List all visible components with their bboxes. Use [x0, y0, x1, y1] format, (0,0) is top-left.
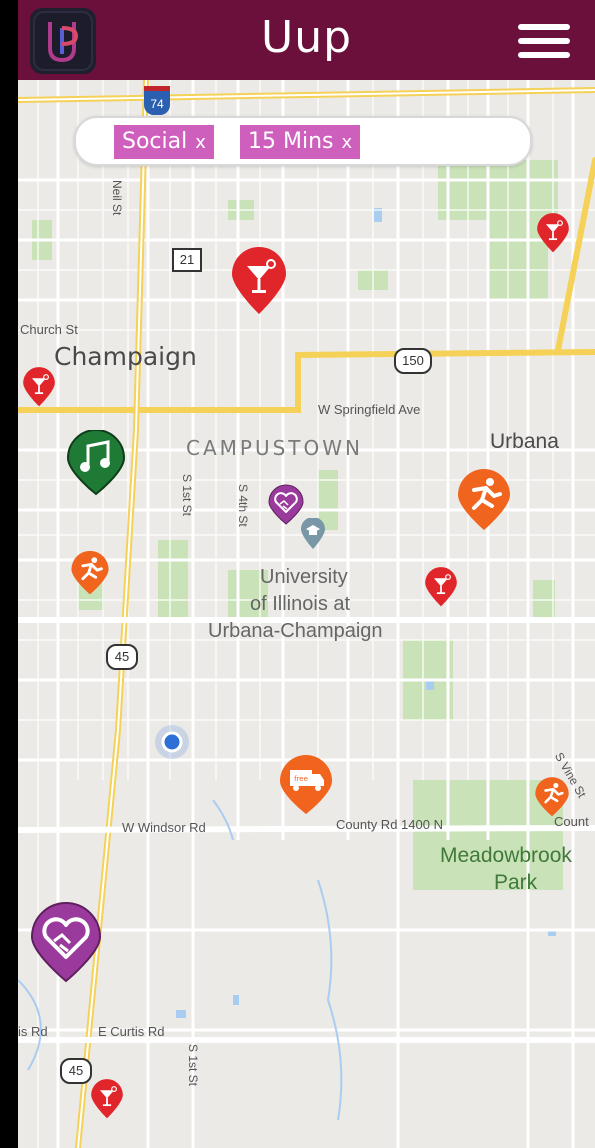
remove-filter-button[interactable]: x: [195, 132, 206, 153]
label-university-2: of Illinois at: [250, 593, 351, 615]
shield-45-top: 45: [106, 644, 138, 670]
shield-150: 150: [394, 348, 432, 374]
menu-icon[interactable]: [518, 24, 570, 58]
food-truck-pin-icon[interactable]: free: [278, 754, 334, 816]
label-curtis: E Curtis Rd: [98, 1024, 165, 1039]
social-pin-icon[interactable]: [268, 484, 304, 526]
drinks-pin-icon[interactable]: [22, 366, 56, 408]
filter-bar[interactable]: Social x 15 Mins x: [74, 116, 532, 166]
label-urbana: Urbana: [490, 430, 559, 453]
remove-filter-button[interactable]: x: [342, 132, 353, 153]
social-pin-icon[interactable]: [30, 902, 102, 984]
drinks-pin-icon[interactable]: [90, 1078, 124, 1120]
label-meadowbrook-1: Meadowbrook: [440, 844, 572, 867]
fitness-pin-icon[interactable]: [70, 550, 110, 596]
app-frame: Uup 74 21 150 45 45 Champaign CAMPUSTOWN…: [18, 0, 595, 1148]
fitness-pin-icon[interactable]: [534, 776, 570, 818]
filter-chip-label: Social: [122, 129, 188, 154]
fitness-pin-icon[interactable]: [456, 468, 512, 532]
filter-chip-15-mins[interactable]: 15 Mins x: [240, 125, 361, 159]
filter-chip-social[interactable]: Social x: [114, 125, 214, 159]
app-title: Uup: [260, 12, 353, 63]
label-church-st: Church St: [20, 322, 78, 337]
label-campustown: CAMPUSTOWN: [186, 436, 363, 460]
label-university-1: University: [260, 566, 348, 588]
label-curtis-left: is Rd: [18, 1024, 48, 1039]
label-county: County Rd 1400 N: [336, 817, 443, 832]
filter-chip-label: 15 Mins: [248, 129, 334, 154]
shield-21: 21: [172, 248, 202, 272]
app-header: Uup: [18, 0, 595, 80]
label-university-3: Urbana-Champaign: [208, 620, 383, 642]
label-s-1st-st: S 1st St: [180, 474, 194, 517]
svg-text:free: free: [294, 775, 308, 783]
label-s-4th-st: S 4th St: [236, 484, 250, 527]
label-neil-st: Neil St: [110, 180, 124, 216]
shield-45-bottom: 45: [60, 1058, 92, 1084]
label-champaign: Champaign: [54, 342, 197, 371]
drinks-pin-icon[interactable]: [536, 212, 570, 254]
shield-74: 74: [144, 86, 170, 115]
label-s-1st-st-bottom: S 1st St: [186, 1044, 200, 1087]
label-springfield: W Springfield Ave: [318, 402, 421, 417]
music-pin-icon[interactable]: [66, 430, 126, 496]
label-windsor: W Windsor Rd: [122, 820, 206, 835]
drinks-pin-icon[interactable]: [230, 246, 288, 316]
drinks-pin-icon[interactable]: [424, 566, 458, 608]
current-location-icon[interactable]: [154, 724, 190, 760]
label-meadowbrook-2: Park: [494, 871, 538, 894]
